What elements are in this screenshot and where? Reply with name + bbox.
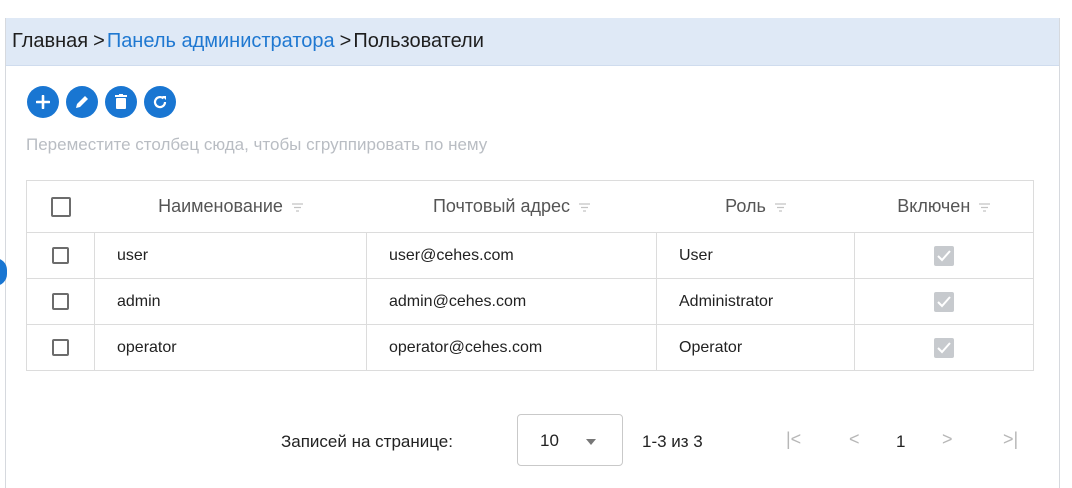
- page-size-select[interactable]: 10: [517, 414, 623, 466]
- select-all-checkbox[interactable]: [50, 197, 71, 218]
- plus-icon: [36, 95, 50, 109]
- chevron-down-icon: [586, 439, 596, 445]
- column-header-enabled[interactable]: Включен: [854, 180, 1034, 233]
- filter-icon[interactable]: [979, 203, 991, 212]
- cell-enabled: [854, 278, 1034, 325]
- breadcrumb-separator: >: [93, 30, 105, 52]
- breadcrumb-admin-panel[interactable]: Панель администратора: [107, 30, 335, 53]
- add-button[interactable]: [27, 86, 59, 118]
- users-table: Наименование Почтовый адрес Роль Включен…: [26, 180, 1034, 371]
- row-checkbox[interactable]: [52, 246, 69, 264]
- cell-name: operator: [94, 324, 367, 371]
- filter-icon[interactable]: [774, 203, 786, 212]
- row-checkbox[interactable]: [52, 338, 69, 356]
- cell-enabled: [854, 324, 1034, 371]
- cell-role: Operator: [656, 324, 855, 371]
- page-number-button[interactable]: 1: [896, 432, 905, 452]
- column-header-label: Почтовый адрес: [432, 196, 571, 216]
- toolbar: [27, 86, 176, 118]
- breadcrumb-separator: >: [339, 30, 352, 52]
- table-row[interactable]: user user@cehes.com User: [26, 232, 1034, 279]
- check-icon: [937, 295, 951, 307]
- row-select-cell: [26, 324, 95, 371]
- breadcrumb-current: Пользователи: [353, 30, 484, 52]
- column-header-role[interactable]: Роль: [656, 180, 855, 233]
- page-size-label: Записей на странице:: [281, 432, 453, 451]
- check-icon: [937, 249, 951, 261]
- row-checkbox[interactable]: [52, 292, 69, 310]
- cell-name: user: [94, 232, 367, 279]
- cell-email: admin@cehes.com: [366, 278, 657, 325]
- refresh-icon: [153, 95, 167, 109]
- column-header-email[interactable]: Почтовый адрес: [366, 180, 657, 233]
- table-row[interactable]: admin admin@cehes.com Administrator: [26, 278, 1034, 325]
- cell-role: User: [656, 232, 855, 279]
- enabled-checkbox: [934, 337, 954, 358]
- last-page-button[interactable]: >|: [1003, 429, 1018, 450]
- cell-name: admin: [94, 278, 367, 325]
- cell-email: operator@cehes.com: [366, 324, 657, 371]
- pager: Записей на странице: 10 1-3 из 3 |< < 1 …: [6, 414, 1059, 466]
- cell-email: user@cehes.com: [366, 232, 657, 279]
- pencil-icon: [76, 96, 88, 108]
- cell-enabled: [854, 232, 1034, 279]
- column-header-label: Роль: [725, 196, 766, 216]
- first-page-button[interactable]: |<: [786, 429, 801, 450]
- trash-icon: [115, 94, 127, 109]
- enabled-checkbox: [934, 245, 954, 266]
- row-select-cell: [26, 278, 95, 325]
- column-header-name[interactable]: Наименование: [94, 180, 367, 233]
- column-header-label: Наименование: [158, 196, 283, 216]
- breadcrumb-home[interactable]: Главная: [12, 30, 88, 53]
- group-panel-hint: Переместите столбец сюда, чтобы сгруппир…: [26, 135, 488, 154]
- edit-button[interactable]: [66, 86, 98, 118]
- check-icon: [937, 341, 951, 353]
- users-panel: Главная > Панель администратора > Пользо…: [5, 18, 1060, 488]
- row-select-cell: [26, 232, 95, 279]
- prev-page-button[interactable]: <: [849, 429, 860, 450]
- delete-button[interactable]: [105, 86, 137, 118]
- page-size-value: 10: [540, 431, 559, 450]
- refresh-button[interactable]: [144, 86, 176, 118]
- filter-icon[interactable]: [291, 203, 303, 212]
- select-all-cell: [26, 180, 95, 233]
- filter-icon[interactable]: [579, 203, 591, 212]
- breadcrumb: Главная > Панель администратора > Пользо…: [6, 18, 1059, 66]
- enabled-checkbox: [934, 291, 954, 312]
- table-header-row: Наименование Почтовый адрес Роль Включен: [26, 180, 1034, 233]
- next-page-button[interactable]: >: [942, 429, 953, 450]
- cell-role: Administrator: [656, 278, 855, 325]
- page-range-info: 1-3 из 3: [642, 432, 703, 451]
- table-row[interactable]: operator operator@cehes.com Operator: [26, 324, 1034, 371]
- column-header-label: Включен: [897, 196, 971, 216]
